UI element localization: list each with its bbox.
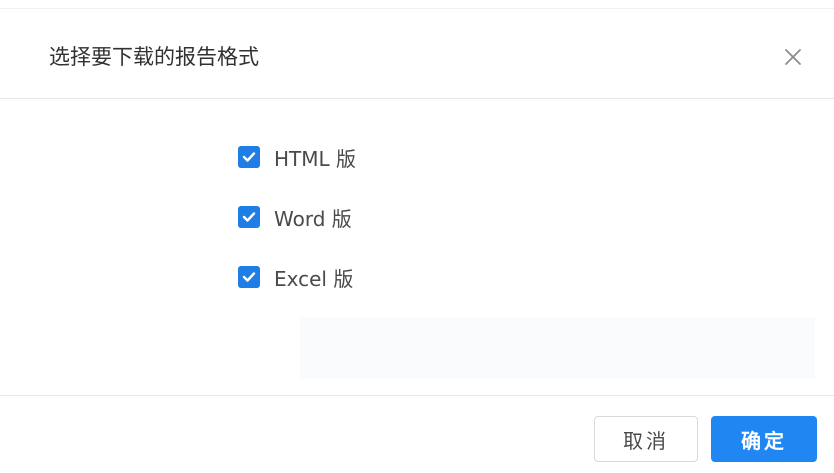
dialog-footer: 取消 确定 (0, 395, 834, 473)
cancel-button[interactable]: 取消 (594, 416, 698, 462)
close-button[interactable] (780, 44, 806, 70)
download-format-dialog: 选择要下载的报告格式 HTML 版 Word 版 Excel 版 取消 确定 (0, 0, 834, 472)
checkbox-excel[interactable] (238, 266, 260, 288)
dialog-title: 选择要下载的报告格式 (49, 45, 259, 69)
dialog-body: HTML 版 Word 版 Excel 版 (0, 99, 834, 395)
option-label: Word 版 (274, 206, 352, 231)
option-excel[interactable]: Excel 版 (238, 262, 353, 292)
confirm-button[interactable]: 确定 (711, 416, 817, 462)
checkbox-html[interactable] (238, 146, 260, 168)
background-panel (300, 317, 815, 379)
close-icon (785, 49, 801, 65)
check-icon (242, 152, 256, 162)
dialog-header: 选择要下载的报告格式 (0, 10, 834, 99)
check-icon (242, 272, 256, 282)
option-html[interactable]: HTML 版 (238, 142, 356, 172)
top-divider (0, 8, 834, 9)
option-label: Excel 版 (274, 266, 354, 291)
option-word[interactable]: Word 版 (238, 202, 352, 232)
check-icon (242, 212, 256, 222)
option-label: HTML 版 (274, 146, 357, 171)
checkbox-word[interactable] (238, 206, 260, 228)
